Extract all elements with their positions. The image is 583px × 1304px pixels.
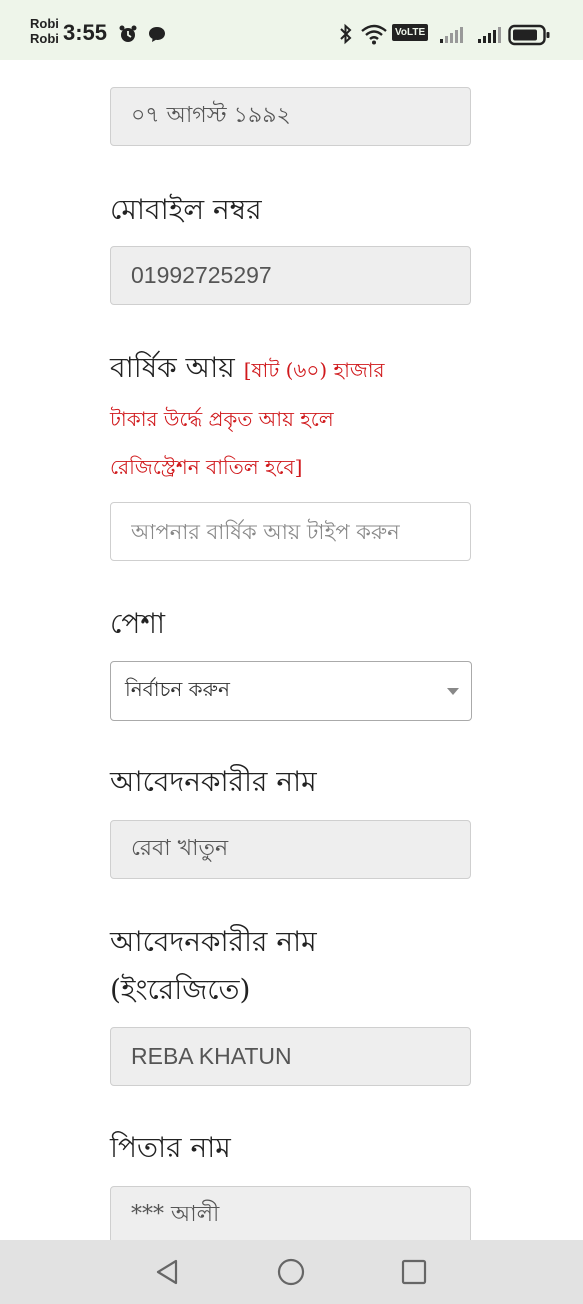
mobile-label: মোবাইল নম্বর xyxy=(110,193,262,226)
carrier-1: Robi xyxy=(30,16,59,31)
applicant-name-en-label-1: আবেদনকারীর নাম xyxy=(110,925,317,958)
applicant-name-value: রেবা খাতুন xyxy=(131,836,229,861)
income-note-3: রেজিস্ট্রেশন বাতিল হবে] xyxy=(110,455,303,479)
recents-icon[interactable] xyxy=(398,1256,430,1288)
applicant-name-en-value: REBA KHATUN xyxy=(131,1043,292,1069)
home-icon[interactable] xyxy=(275,1256,307,1288)
mobile-field: 01992725297 xyxy=(110,246,471,305)
wifi-icon xyxy=(361,24,387,45)
applicant-name-field: রেবা খাতুন xyxy=(110,820,471,879)
applicant-name-en-field: REBA KHATUN xyxy=(110,1027,471,1086)
navigation-bar xyxy=(0,1240,583,1304)
applicant-name-label: আবেদনকারীর নাম xyxy=(110,765,317,798)
father-name-label: পিতার নাম xyxy=(110,1131,231,1164)
mobile-value: 01992725297 xyxy=(131,262,272,288)
father-name-field: *** আলী xyxy=(110,1186,471,1240)
carrier-labels: Robi Robi xyxy=(30,16,59,46)
form-scroll-area[interactable]: ০৭ আগস্ট ১৯৯২ মোবাইল নম্বর 01992725297 ব… xyxy=(0,0,583,1240)
screen: ০৭ আগস্ট ১৯৯২ মোবাইল নম্বর 01992725297 ব… xyxy=(0,0,583,1304)
signal-icon xyxy=(478,27,501,43)
profession-selected-value: নির্বাচন করুন xyxy=(125,676,230,701)
chevron-down-icon xyxy=(447,688,459,695)
signal-icon xyxy=(440,27,463,43)
carrier-2: Robi xyxy=(30,31,59,46)
status-bar: Robi Robi 3:55 VoLTE xyxy=(0,0,583,60)
income-input[interactable] xyxy=(110,502,471,561)
profession-label: পেশা xyxy=(110,607,166,640)
father-name-value: *** আলী xyxy=(131,1202,220,1227)
income-label: বার্ষিক আয় xyxy=(110,351,235,384)
income-note-1: [ষাট (৬০) হাজার xyxy=(243,358,385,382)
dob-field: ০৭ আগস্ট ১৯৯২ xyxy=(110,87,471,146)
back-icon[interactable] xyxy=(151,1256,183,1288)
profession-select[interactable]: নির্বাচন করুন xyxy=(110,661,472,721)
applicant-name-en-label-2: (ইংরেজিতে) xyxy=(110,973,251,1006)
battery-icon xyxy=(508,24,550,46)
bluetooth-icon xyxy=(340,23,352,45)
income-label-line: বার্ষিক আয় [ষাট (৬০) হাজার xyxy=(110,344,490,394)
clock: 3:55 xyxy=(63,20,108,45)
chat-icon xyxy=(149,27,165,42)
dob-value: ০৭ আগস্ট ১৯৯২ xyxy=(131,103,291,128)
volte-icon: VoLTE xyxy=(392,24,429,41)
alarm-icon xyxy=(119,25,137,42)
income-note-2: টাকার উর্দ্ধে প্রকৃত আয় হলে xyxy=(110,407,334,431)
